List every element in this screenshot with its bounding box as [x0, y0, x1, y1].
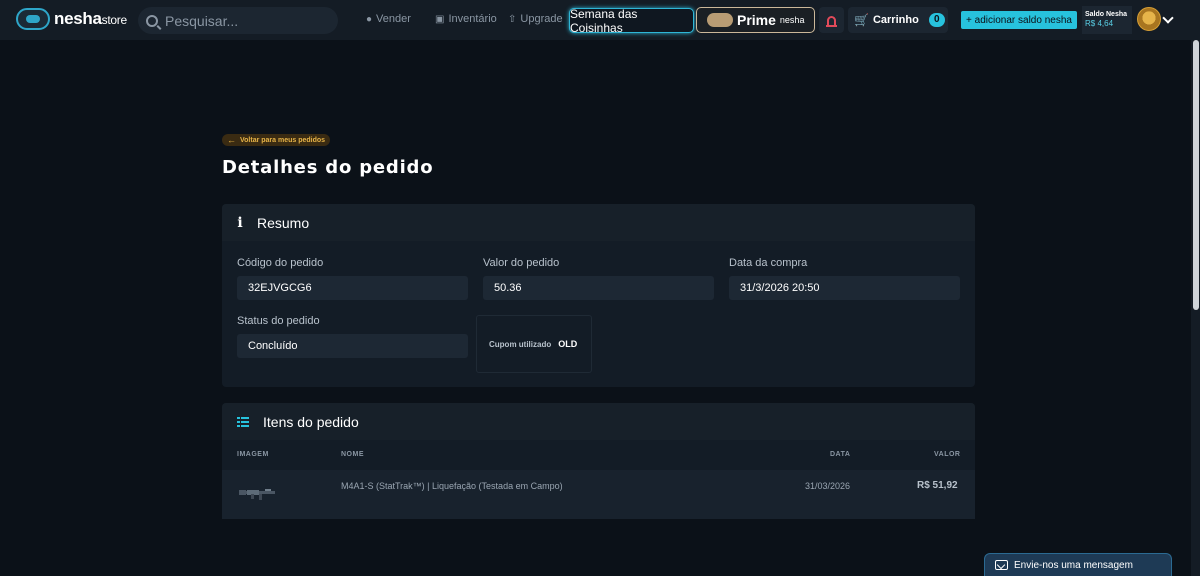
page-title: Detalhes do pedido	[222, 157, 434, 178]
bag-icon: ●	[366, 13, 373, 25]
nav-upgrade[interactable]: ⇧ Upgrade	[508, 13, 563, 25]
column-header-name: NOME	[341, 451, 364, 458]
logo-text: neshastore	[54, 9, 127, 29]
column-header-value: VALOR	[934, 451, 961, 458]
add-balance-button[interactable]: + adicionar saldo nesha	[961, 11, 1077, 29]
cart-count-badge: 0	[928, 13, 945, 27]
summary-panel: i Resumo Código do pedido 32EJVGCG6 Valo…	[222, 204, 975, 387]
purchase-date-label: Data da compra	[729, 257, 808, 269]
nav-upgrade-label: Upgrade	[520, 13, 563, 25]
avatar[interactable]	[1137, 7, 1161, 31]
summary-header: i Resumo	[222, 204, 975, 241]
item-date: 31/03/2026	[805, 481, 851, 491]
order-code-field: 32EJVGCG6	[237, 276, 468, 300]
item-value: R$ 51,92	[917, 480, 958, 491]
chat-label: Envie-nos uma mensagem	[1014, 559, 1133, 571]
elephant-logo-icon	[16, 8, 50, 30]
top-bar: neshastore ● Vender ▣ Inventário ⇧ Upgra…	[0, 0, 1200, 40]
search-bar[interactable]	[138, 7, 338, 34]
item-name: M4A1-S (StatTrak™) | Liquefação (Testada…	[341, 481, 563, 491]
arrow-left-icon: ←	[227, 135, 236, 145]
balance-value: R$ 4,64	[1085, 19, 1114, 28]
items-title: Itens do pedido	[263, 413, 359, 430]
semana-label: Semana das Coisinhas	[570, 6, 638, 35]
coupon-label: Cupom utilizado	[489, 339, 552, 349]
cart-button[interactable]: 🛒 Carrinho 0	[848, 7, 948, 33]
items-panel: Itens do pedido IMAGEM NOME DATA VALOR M…	[222, 403, 975, 519]
box-icon: ▣	[435, 13, 445, 25]
rifle-image	[239, 489, 275, 500]
cart-label: Carrinho	[872, 14, 919, 26]
prime-button[interactable]: Prime nesha	[696, 7, 815, 33]
balance-label: Saldo Nesha	[1085, 11, 1128, 18]
summary-title: Resumo	[257, 214, 310, 231]
items-header: Itens do pedido	[222, 403, 975, 440]
scrollbar-thumb[interactable]	[1193, 40, 1199, 310]
cart-icon: 🛒	[854, 13, 869, 27]
add-balance-label: + adicionar saldo nesha	[966, 14, 1072, 26]
column-header-image: IMAGEM	[237, 451, 269, 458]
chat-widget-button[interactable]: Envie-nos uma mensagem	[984, 553, 1172, 576]
order-status-label: Status do pedido	[237, 315, 320, 327]
list-icon	[237, 416, 249, 427]
info-icon: i	[237, 214, 243, 231]
purchase-date-field: 31/3/2026 20:50	[729, 276, 960, 300]
back-label: Voltar para meus pedidos	[240, 136, 326, 144]
prime-elephant-icon	[707, 13, 733, 27]
back-to-orders-button[interactable]: ← Voltar para meus pedidos	[222, 134, 331, 146]
double-chevron-up-icon: ⇧	[508, 13, 517, 25]
prime-sub-label: nesha	[779, 15, 805, 25]
nav-sell[interactable]: ● Vender	[366, 13, 411, 25]
nav-inventory-label: Inventário	[448, 13, 497, 25]
logo[interactable]: neshastore	[16, 8, 127, 30]
order-value-field: 50.36	[483, 276, 714, 300]
semana-button[interactable]: Semana das Coisinhas	[569, 6, 694, 35]
search-icon	[146, 14, 158, 27]
logo-main-text: nesha	[54, 9, 102, 28]
mail-icon	[995, 560, 1008, 570]
notifications-button[interactable]	[819, 7, 844, 33]
logo-sub-text: store	[101, 13, 127, 27]
table-row[interactable]: M4A1-S (StatTrak™) | Liquefação (Testada…	[222, 470, 975, 519]
order-code-label: Código do pedido	[237, 257, 324, 269]
coupon-code: OLD	[558, 339, 578, 349]
balance-display: Saldo Nesha R$ 4,64	[1082, 6, 1132, 34]
order-status-field: Concluído	[237, 334, 468, 358]
prime-label: Prime	[737, 12, 776, 28]
search-input[interactable]	[165, 12, 325, 29]
chevron-down-icon[interactable]	[1162, 12, 1174, 24]
nav-inventory[interactable]: ▣ Inventário	[435, 13, 497, 25]
coupon-box: Cupom utilizado OLD	[476, 315, 592, 373]
bell-icon	[826, 15, 837, 27]
column-header-date: DATA	[830, 451, 851, 458]
nav-sell-label: Vender	[376, 13, 411, 25]
order-value-label: Valor do pedido	[483, 257, 560, 269]
